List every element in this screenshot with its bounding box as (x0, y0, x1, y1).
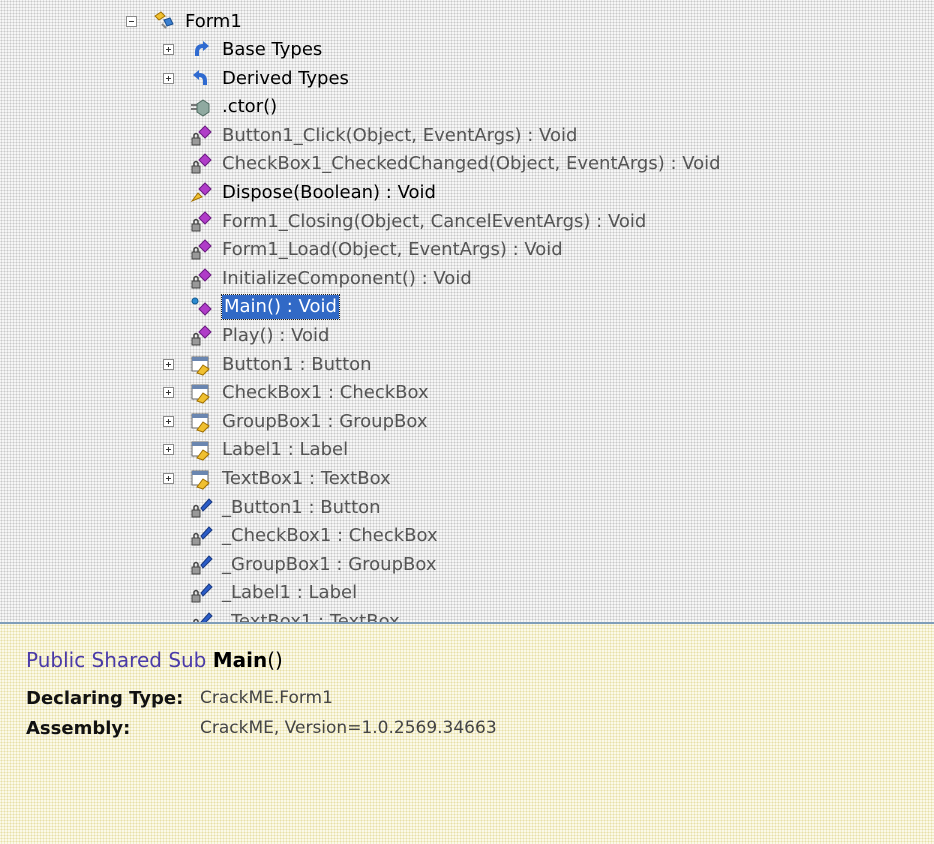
tree-item-label: TextBox1 : TextBox (222, 468, 391, 489)
expand-icon[interactable] (163, 72, 174, 84)
expand-icon[interactable] (163, 473, 174, 484)
property-icon (189, 381, 213, 405)
declaring-type-label: Declaring Type: (26, 688, 184, 709)
tree-item-label: _TextBox1 : TextBox (222, 611, 400, 622)
expand-icon[interactable] (163, 44, 174, 55)
tree-item[interactable]: InitializeComponent() : Void (0, 265, 934, 293)
tree-item-label: GroupBox1 : GroupBox (222, 410, 428, 432)
property-icon (189, 353, 213, 377)
derived-types-icon (189, 67, 213, 91)
private-field-icon (189, 581, 213, 605)
tree-item[interactable]: _TextBox1 : TextBox (0, 608, 934, 622)
tree-item[interactable]: _Button1 : Button (0, 494, 934, 522)
tree-item[interactable]: Button1_Click(Object, EventArgs) : Void (0, 122, 934, 150)
assembly-link[interactable]: CrackME, Version=1.0.2569.34663 (200, 718, 497, 738)
private-field-icon (189, 553, 213, 577)
tree-item[interactable]: _Label1 : Label (0, 579, 934, 607)
tree-item[interactable]: _GroupBox1 : GroupBox (0, 551, 934, 579)
member-signature: Public Shared Sub Main() (26, 648, 283, 672)
assembly-label: Assembly: (26, 718, 131, 739)
tree-item[interactable]: Base Types (0, 36, 934, 64)
expand-icon[interactable] (163, 358, 174, 370)
private-field-icon (189, 524, 213, 548)
tree-root-label: Form1 (185, 11, 242, 32)
private-method-icon (189, 267, 213, 291)
declaring-type-link[interactable]: CrackME.Form1 (200, 688, 333, 708)
private-method-icon (189, 152, 213, 176)
private-field-icon (189, 496, 213, 520)
tree-item[interactable]: CheckBox1 : CheckBox (0, 379, 934, 407)
class-icon (152, 10, 176, 34)
tree-item-label: Form1_Load(Object, EventArgs) : Void (222, 239, 563, 261)
tree-item-label: CheckBox1 : CheckBox (222, 382, 429, 404)
tree-item-label: InitializeComponent() : Void (222, 267, 472, 289)
tree-root-form1[interactable]: Form1 (0, 8, 934, 36)
base-types-icon (189, 38, 213, 62)
tree-item-label: Button1_Click(Object, EventArgs) : Void (222, 124, 578, 146)
tree-item[interactable]: Form1_Closing(Object, CancelEventArgs) :… (0, 208, 934, 236)
tree-item[interactable]: Form1_Load(Object, EventArgs) : Void (0, 236, 934, 264)
private-method-icon (189, 210, 213, 234)
tree-item[interactable]: Button1 : Button (0, 351, 934, 379)
tree-item-label: Play() : Void (222, 325, 330, 346)
member-info-panel: Public Shared Sub Main() Declaring Type:… (0, 624, 934, 844)
signature-keywords: Public Shared Sub (26, 648, 207, 672)
tree-item-label: _Button1 : Button (222, 496, 381, 518)
collapse-icon[interactable] (126, 16, 137, 27)
tree-item-label: Derived Types (222, 67, 349, 89)
tree-item[interactable]: Main() : Void (0, 293, 934, 321)
tree-item-label: Button1 : Button (222, 353, 372, 375)
expand-icon[interactable] (163, 387, 174, 399)
tree-item[interactable]: Play() : Void (0, 322, 934, 350)
property-icon (189, 467, 213, 491)
tree-item-label: Dispose(Boolean) : Void (222, 182, 436, 203)
tree-item[interactable]: Derived Types (0, 65, 934, 93)
tree-item[interactable]: TextBox1 : TextBox (0, 465, 934, 493)
tree-item[interactable]: .ctor() (0, 93, 934, 121)
tree-item[interactable]: CheckBox1_CheckedChanged(Object, EventAr… (0, 150, 934, 178)
tree-item-label: CheckBox1_CheckedChanged(Object, EventAr… (222, 153, 721, 175)
property-icon (189, 410, 213, 434)
tree-item[interactable]: Dispose(Boolean) : Void (0, 179, 934, 207)
constructor-icon (189, 95, 213, 119)
tree-item[interactable]: GroupBox1 : GroupBox (0, 408, 934, 436)
tree-item-label: Main() : Void (221, 294, 340, 321)
member-tree[interactable]: Form1 Base Types Derived Types .ctor() Butt… (0, 0, 934, 622)
tree-item[interactable]: _CheckBox1 : CheckBox (0, 522, 934, 550)
property-icon (189, 438, 213, 462)
private-field-icon (189, 610, 213, 622)
tree-item-label: _GroupBox1 : GroupBox (222, 553, 437, 575)
signature-parens: () (267, 648, 283, 672)
protected-method-icon (189, 181, 213, 205)
private-method-icon (189, 238, 213, 262)
tree-item[interactable]: Label1 : Label (0, 436, 934, 464)
private-method-icon (189, 324, 213, 348)
tree-item-label: Base Types (222, 39, 323, 60)
private-method-icon (189, 124, 213, 148)
tree-item-label: _Label1 : Label (222, 582, 358, 604)
tree-item-label: Form1_Closing(Object, CancelEventArgs) :… (222, 210, 647, 232)
expand-icon[interactable] (163, 415, 174, 427)
expand-icon[interactable] (163, 444, 174, 456)
tree-item-label: _CheckBox1 : CheckBox (222, 525, 438, 547)
tree-item-label: .ctor() (222, 96, 278, 118)
static-method-icon (189, 295, 213, 319)
signature-method-name[interactable]: Main (213, 648, 268, 672)
tree-item-label: Label1 : Label (222, 439, 349, 461)
